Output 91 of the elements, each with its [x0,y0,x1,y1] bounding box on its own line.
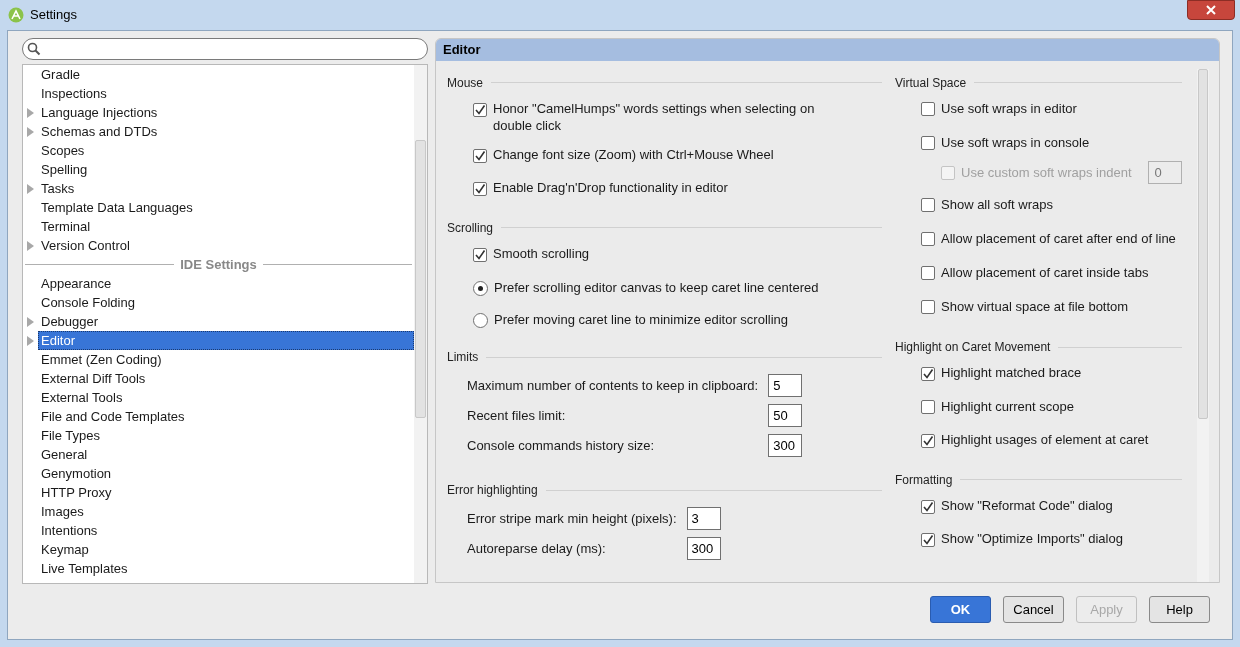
tree-item[interactable]: HTTP Proxy [38,483,414,502]
radio-label: Prefer moving caret line to minimize editor scrolling [494,311,789,330]
checkbox[interactable] [921,367,935,381]
radio-label: Prefer scrolling editor canvas to keep caret line centered [494,279,819,298]
checkbox[interactable] [473,247,487,262]
checkbox[interactable] [921,266,935,280]
close-button[interactable] [1187,0,1235,20]
number-field[interactable]: 5 [768,374,803,397]
number-field[interactable]: 300 [768,434,803,457]
checkbox[interactable] [921,198,935,212]
radio-button[interactable] [473,280,488,296]
tree-item[interactable]: Console Folding [38,293,414,312]
tree-item[interactable]: File Types [38,426,414,445]
tree-item[interactable]: Gradle [38,65,414,84]
number-field[interactable]: 3 [686,507,721,530]
tree-item[interactable]: Tasks [38,179,414,198]
number-field[interactable]: 300 [686,537,721,560]
section-title: Highlight on Caret Movement [895,339,1051,356]
checkbox[interactable] [473,182,487,196]
section-title: Formatting [895,471,953,489]
checkbox-label: Show all soft wraps [941,196,1053,213]
tree-item[interactable]: Keymap [38,540,414,559]
search-icon [27,42,41,56]
checkbox-label: Change font size (Zoom) with Ctrl+Mouse Wheel [493,145,774,163]
checkbox[interactable] [921,533,935,547]
checkbox-label: Honor "CamelHumps" words settings when selecting on double click [493,99,816,134]
field-label: Error stripe mark min height (pixels): [466,509,677,528]
checkbox-label: Show "Optimize Imports" dialog [941,530,1123,547]
tree-item[interactable]: Scopes [38,141,414,160]
number-field[interactable]: 50 [768,404,803,427]
section-title: Limits [447,349,479,366]
tree-item[interactable]: Version Control [38,236,414,255]
checkbox-label: Smooth scrolling [493,244,590,262]
section-title: Error highlighting [447,482,538,499]
tree-item[interactable]: Template Data Languages [38,198,414,217]
tree-item[interactable]: Emmet (Zen Coding) [38,350,414,369]
section-title: Scrolling [447,219,494,237]
checkbox-label: Allow placement of caret after end of line [941,230,1176,247]
scrollbar[interactable] [1197,68,1209,582]
dialog-button[interactable]: OK [930,596,991,623]
checkbox[interactable] [921,434,935,448]
checkbox-label: Use custom soft wraps indent [961,163,1132,182]
checkbox-label: Use soft wraps in editor [941,99,1077,117]
tree-item[interactable]: Live Templates [38,559,414,578]
checkbox-label: Enable Drag'n'Drop functionality in editor [493,179,728,196]
checkbox-label: Highlight matched brace [941,364,1082,381]
checkbox-label: Show "Reformat Code" dialog [941,496,1113,514]
checkbox[interactable] [921,135,935,150]
field-label: Console commands history size: [466,436,656,455]
tree-item[interactable]: External Diff Tools [38,369,414,388]
tree-group-header: IDE Settings [180,255,257,274]
checkbox[interactable] [473,148,487,163]
checkbox[interactable] [921,499,935,514]
field-label: Recent files limit: [466,406,567,425]
tree-item[interactable]: Editor [38,331,414,350]
dialog-button[interactable]: Cancel [1003,596,1064,623]
section-title: Mouse [447,74,484,92]
checkbox-label: Show virtual space at file bottom [941,298,1129,315]
checkbox-label: Allow placement of caret inside tabs [941,264,1149,281]
field-label: Maximum number of contents to keep in clipboard: [466,376,759,395]
tree-item[interactable]: Terminal [38,217,414,236]
tree-item[interactable]: Debugger [38,312,414,331]
tree-item[interactable]: Schemas and DTDs [38,122,414,141]
close-icon [1206,5,1216,15]
checkbox[interactable] [473,102,487,117]
tree-item[interactable]: Inspections [38,84,414,103]
radio-button[interactable] [473,312,488,328]
tree-item[interactable]: Appearance [38,274,414,293]
section-title: Virtual Space [895,74,967,92]
tree-item[interactable]: Language Injections [38,103,414,122]
tree-item[interactable]: Images [38,502,414,521]
tree-item[interactable]: General [38,445,414,464]
panel-title: Editor [443,41,481,59]
tree-item[interactable]: Genymotion [38,464,414,483]
search-field[interactable] [22,38,428,60]
field-label: Autoreparse delay (ms): [466,539,607,558]
tree-item[interactable]: Intentions [38,521,414,540]
tree-item[interactable]: Spelling [38,160,414,179]
tree-item[interactable]: External Tools [38,388,414,407]
app-logo-icon [8,7,24,23]
tree-item[interactable]: File and Code Templates [38,407,414,426]
checkbox[interactable] [921,300,935,314]
checkbox-label: Highlight usages of element at caret [941,431,1149,448]
checkbox[interactable] [921,101,935,116]
scrollbar[interactable] [414,65,427,583]
checkbox[interactable] [921,399,935,414]
checkbox-label: Use soft wraps in console [941,133,1090,151]
checkbox-label: Highlight current scope [941,397,1074,415]
checkbox[interactable] [921,232,935,246]
window-title: Settings [30,6,77,25]
dialog-button[interactable]: Help [1149,596,1210,623]
